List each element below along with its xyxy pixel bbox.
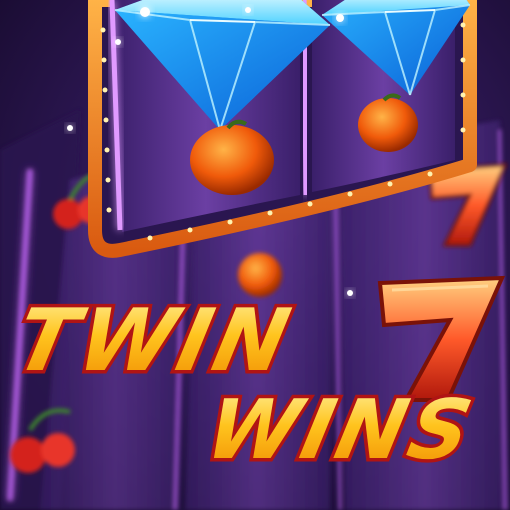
game-cover-art: TWIN WINS (0, 0, 510, 510)
title-line-1: TWIN (7, 290, 302, 391)
game-title-logo: TWIN WINS (3, 286, 487, 481)
title-line-2: WINS (198, 382, 483, 478)
